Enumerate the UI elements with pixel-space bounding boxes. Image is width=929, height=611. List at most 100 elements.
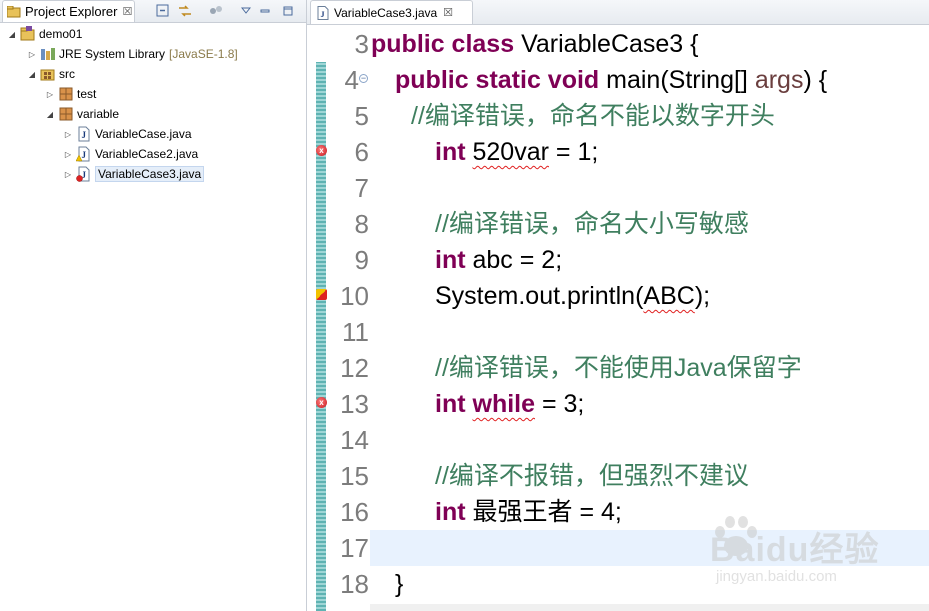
tree-item-label: src	[59, 67, 75, 81]
code-line-12-comment[interactable]: //编译错误，不能使用Java保留字	[435, 350, 802, 386]
collapsed-arrow-icon[interactable]: ▷	[26, 50, 38, 59]
line-number: 17	[340, 533, 369, 563]
code-line-3[interactable]: public class VariableCase3 {	[371, 26, 699, 62]
tree-item-variablecase-java[interactable]: ▷ J VariableCase.java	[62, 124, 192, 144]
error-token[interactable]: 520var	[473, 138, 549, 166]
library-icon	[41, 48, 55, 60]
close-icon[interactable]: ☒	[443, 6, 453, 19]
keyword-token: int	[435, 498, 466, 526]
horizontal-scrollbar[interactable]	[370, 604, 929, 611]
tree-item-label: demo01	[39, 27, 83, 41]
focus-icon[interactable]	[208, 3, 224, 19]
line-number: 7	[354, 173, 369, 203]
package-icon	[59, 107, 73, 121]
line-number: 5	[354, 101, 369, 131]
project-explorer-panel: Project Explorer ☒ ◢ demo01 ▷ JRE System…	[0, 0, 307, 611]
java-file-warning-icon: J	[76, 146, 90, 162]
keyword-token: public class	[371, 30, 515, 58]
code-line-6[interactable]: int 520var = 1;	[435, 134, 598, 170]
tree-item-label: test	[77, 87, 97, 101]
code-line-15-comment[interactable]: //编译不报错，但强烈不建议	[435, 458, 749, 494]
line-number: 3	[354, 29, 369, 59]
project-explorer-icon	[7, 5, 21, 17]
svg-text:J: J	[321, 10, 325, 19]
code-token: = 3;	[535, 390, 585, 418]
link-with-editor-icon[interactable]	[177, 3, 193, 19]
code-line-16[interactable]: int 最强王者 = 4;	[435, 494, 622, 530]
maximize-icon[interactable]	[280, 3, 296, 19]
line-number: 4	[344, 65, 359, 95]
close-icon[interactable]: ☒	[122, 5, 132, 18]
tab-project-explorer-label: Project Explorer	[25, 4, 118, 19]
code-token: 最强王者 = 4;	[465, 498, 622, 526]
line-number: 10	[340, 281, 369, 311]
svg-text:J: J	[82, 130, 87, 140]
code-token: VariableCase3 {	[514, 30, 699, 58]
expanded-arrow-icon[interactable]: ◢	[44, 110, 56, 119]
tree-item-variablecase3-java[interactable]: ▷ J VariableCase3.java	[62, 164, 205, 184]
collapsed-arrow-icon[interactable]: ▷	[44, 90, 56, 99]
line-number: 8	[354, 209, 369, 239]
collapsed-arrow-icon[interactable]: ▷	[62, 130, 74, 139]
view-menu-icon[interactable]	[238, 3, 254, 19]
code-token: ) {	[803, 66, 828, 94]
code-token: main(String[]	[599, 66, 755, 94]
code-line-5-comment[interactable]: //编译错误，命名不能以数字开头	[411, 98, 775, 134]
code-line-10[interactable]: System.out.println(ABC);	[435, 278, 710, 314]
explorer-tab-bar: Project Explorer ☒	[0, 0, 306, 23]
line-number: 6	[354, 137, 369, 167]
tab-label: VariableCase3.java	[334, 5, 438, 20]
editor-tab-bar: J VariableCase3.java ☒	[307, 0, 929, 25]
line-number: 12	[340, 353, 369, 383]
java-file-error-icon: J	[76, 166, 90, 182]
keyword-token: int	[435, 390, 466, 418]
source-folder-icon	[40, 69, 55, 81]
current-line-highlight	[370, 530, 929, 566]
tree-item-src[interactable]: ◢ src	[26, 64, 75, 84]
line-number: 11	[342, 317, 369, 347]
tree-item-label: VariableCase3.java	[95, 166, 205, 182]
tree-item-label: JRE System Library	[59, 47, 166, 61]
expanded-arrow-icon[interactable]: ◢	[6, 30, 18, 39]
code-line-13[interactable]: int while = 3;	[435, 386, 584, 422]
java-file-icon: J	[78, 126, 90, 142]
minimize-icon[interactable]	[257, 3, 273, 19]
tree-item-test[interactable]: ▷ test	[44, 84, 96, 104]
code-line-4[interactable]: public static void main(String[] args) {	[395, 62, 827, 98]
error-token[interactable]: ABC	[643, 282, 694, 310]
code-line-9[interactable]: int abc = 2;	[435, 242, 562, 278]
line-number: 9	[354, 245, 369, 275]
tree-item-demo01[interactable]: ◢ demo01	[6, 24, 82, 44]
code-token: );	[694, 282, 711, 310]
annotation-ruler[interactable]	[307, 26, 315, 611]
expanded-arrow-icon[interactable]: ◢	[26, 70, 38, 79]
line-number: 15	[340, 461, 369, 491]
keyword-token: public static void	[395, 66, 600, 94]
line-number: 18	[340, 569, 369, 599]
project-icon	[20, 26, 35, 41]
line-number: 14	[340, 425, 369, 455]
tab-project-explorer[interactable]: Project Explorer ☒	[2, 0, 135, 22]
tree-item-label: variable	[77, 107, 120, 121]
code-editor: J VariableCase3.java ☒ x x − 3 4 5 6 7 8…	[307, 0, 929, 611]
error-token[interactable]: while	[473, 390, 536, 418]
jre-version-decoration: [JavaSE-1.8]	[169, 47, 238, 61]
collapsed-arrow-icon[interactable]: ▷	[62, 150, 74, 159]
code-line-18[interactable]: }	[395, 566, 403, 602]
line-number: 16	[340, 497, 369, 527]
code-line-8-comment[interactable]: //编译错误，命名大小写敏感	[435, 206, 749, 242]
tree-item-jre-system-library[interactable]: ▷ JRE System Library [JavaSE-1.8]	[26, 44, 238, 64]
code-token: abc = 2;	[465, 246, 563, 274]
tree-item-variablecase2-java[interactable]: ▷ J VariableCase2.java	[62, 144, 198, 164]
keyword-token: int	[435, 246, 466, 274]
code-token: = 1;	[548, 138, 599, 166]
package-icon	[59, 87, 73, 101]
parameter-token: args	[754, 66, 804, 94]
tab-variablecase3-java[interactable]: J VariableCase3.java ☒	[310, 0, 473, 24]
collapsed-arrow-icon[interactable]: ▷	[62, 170, 74, 179]
java-file-icon: J	[317, 5, 329, 20]
tree-item-variable[interactable]: ◢ variable	[44, 104, 119, 124]
collapse-all-icon[interactable]	[155, 3, 171, 19]
keyword-token: int	[435, 138, 466, 166]
tree-item-label: VariableCase2.java	[95, 147, 199, 161]
